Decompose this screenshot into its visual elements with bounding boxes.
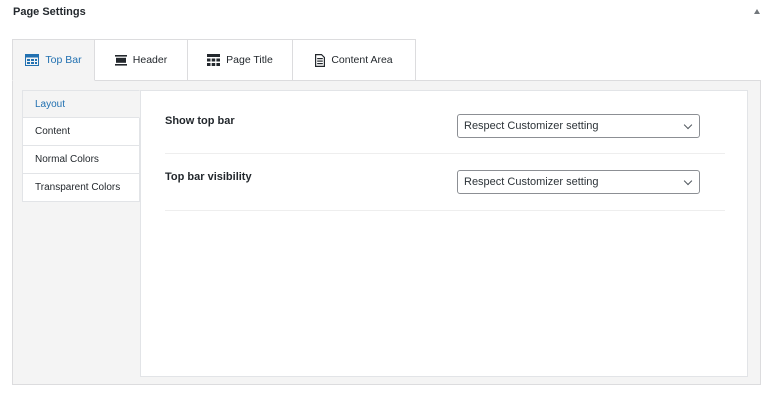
top-bar-visibility-select[interactable]: Respect Customizer setting [457, 170, 700, 194]
tab-header[interactable]: Header [95, 39, 188, 81]
panel-title: Page Settings [13, 6, 86, 18]
top-bar-visibility-label: Top bar visibility [165, 171, 252, 183]
panel-header: Page Settings [0, 0, 768, 28]
sidebar: Layout Content Normal Colors Transparent… [22, 90, 140, 202]
top-bar-icon [25, 54, 40, 66]
content-area-icon [315, 53, 326, 67]
setting-row-show-top-bar: Show top bar Respect Customizer setting [165, 91, 725, 154]
tab-bar: Top Bar Header Page Title Content Area [12, 39, 416, 81]
sidebar-item-normal-colors[interactable]: Normal Colors [22, 146, 140, 174]
tab-label: Header [132, 54, 168, 66]
collapse-toggle-icon[interactable] [754, 9, 760, 14]
show-top-bar-select[interactable]: Respect Customizer setting [457, 114, 700, 138]
chevron-down-icon [683, 120, 693, 130]
tab-label: Content Area [331, 54, 393, 66]
show-top-bar-label: Show top bar [165, 115, 235, 127]
sidebar-item-layout[interactable]: Layout [22, 90, 140, 118]
setting-row-top-bar-visibility: Top bar visibility Respect Customizer se… [165, 154, 725, 211]
select-value: Respect Customizer setting [464, 120, 599, 132]
chevron-down-icon [683, 176, 693, 186]
sidebar-item-transparent-colors[interactable]: Transparent Colors [22, 174, 140, 202]
header-icon [114, 54, 127, 66]
page-title-icon [207, 54, 221, 66]
tab-content-area[interactable]: Content Area [293, 39, 416, 81]
tab-label: Page Title [226, 54, 273, 66]
settings-content: Show top bar Respect Customizer setting … [140, 90, 748, 377]
sidebar-item-content[interactable]: Content [22, 118, 140, 146]
select-value: Respect Customizer setting [464, 176, 599, 188]
tab-top-bar[interactable]: Top Bar [12, 39, 95, 81]
tab-page-title[interactable]: Page Title [188, 39, 293, 81]
tab-label: Top Bar [45, 54, 82, 66]
